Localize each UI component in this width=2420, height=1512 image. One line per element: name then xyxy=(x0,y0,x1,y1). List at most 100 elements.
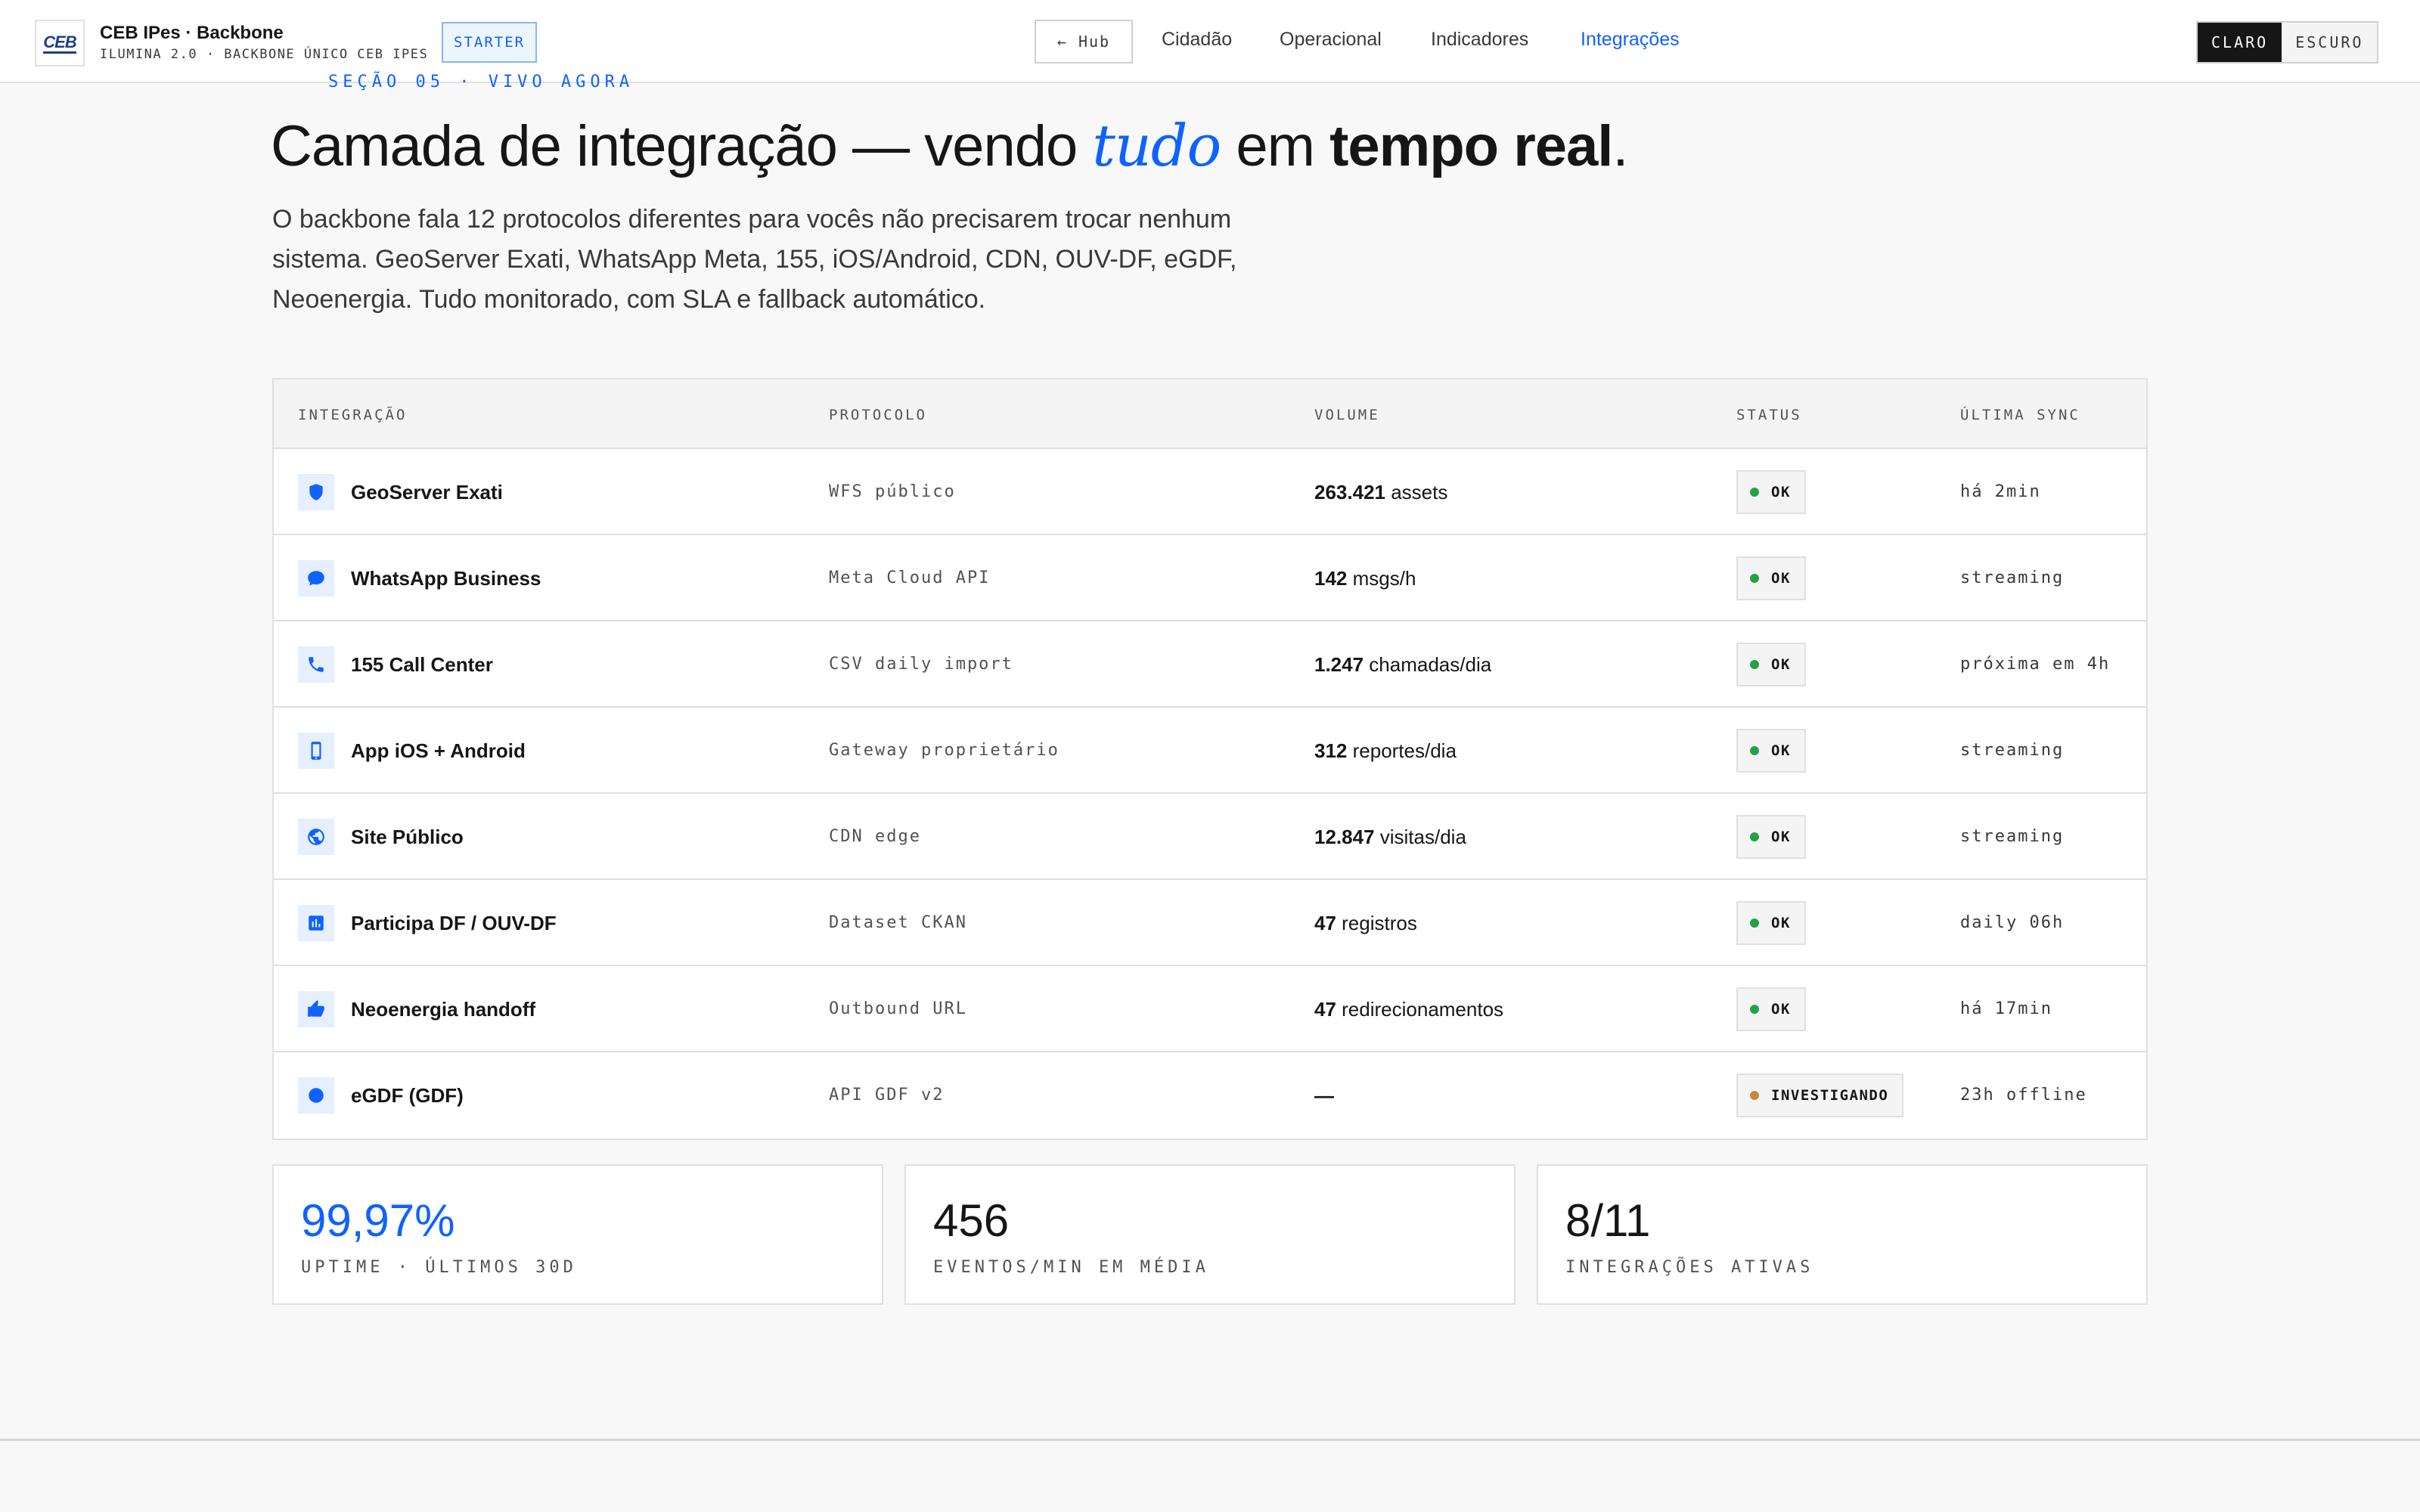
volume-unit: assets xyxy=(1385,481,1448,503)
volume-number: 47 xyxy=(1314,912,1336,934)
logo[interactable]: CEB xyxy=(35,20,85,67)
volume-number: 312 xyxy=(1314,739,1348,762)
table-row[interactable]: App iOS + Android Gateway proprietário 3… xyxy=(274,708,2146,794)
column-header-status: STATUS xyxy=(1736,407,1802,423)
integrations-table: INTEGRAÇÃO PROTOCOLO VOLUME STATUS ÚLTIM… xyxy=(272,378,2148,1140)
integration-volume: 142 msgs/h xyxy=(1314,567,1416,590)
volume-number: 12.847 xyxy=(1314,826,1375,848)
integration-protocol: CSV daily import xyxy=(829,655,1013,674)
nav-indicadores[interactable]: Indicadores xyxy=(1431,29,1528,51)
theme-toggle: CLARO ESCURO xyxy=(2196,21,2379,64)
status-badge: OK xyxy=(1736,643,1806,686)
last-sync: streaming xyxy=(1960,827,2065,846)
column-header-integracao: INTEGRAÇÃO xyxy=(298,407,408,423)
hub-button[interactable]: ← Hub xyxy=(1035,20,1133,64)
stat-card-active-integrations: 8/11 INTEGRAÇÕES ATIVAS xyxy=(1537,1164,2148,1305)
page-description: O backbone fala 12 protocolos diferentes… xyxy=(272,205,1237,314)
last-sync: streaming xyxy=(1960,741,2065,760)
column-header-ultima-sync: ÚLTIMA SYNC xyxy=(1960,407,2080,423)
status-dot-icon xyxy=(1750,746,1759,755)
last-sync: há 17min xyxy=(1960,999,2052,1018)
integration-volume: 47 redirecionamentos xyxy=(1314,998,1503,1021)
volume-number: 142 xyxy=(1314,567,1348,590)
integration-name: eGDF (GDF) xyxy=(351,1084,464,1107)
status-text: OK xyxy=(1771,656,1791,673)
integration-volume: 263.421 assets xyxy=(1314,481,1447,504)
status-text: OK xyxy=(1771,915,1791,931)
table-row[interactable]: Site Público CDN edge 12.847 visitas/dia… xyxy=(274,794,2146,880)
phone-icon xyxy=(298,646,334,683)
stat-card-events: 456 EVENTOS/MIN EM MÉDIA xyxy=(904,1164,1516,1305)
last-sync: streaming xyxy=(1960,569,2065,587)
table-row[interactable]: GeoServer Exati WFS público 263.421 asse… xyxy=(274,449,2146,535)
stat-value: 99,97% xyxy=(301,1195,455,1246)
theme-light-button[interactable]: CLARO xyxy=(2198,23,2282,62)
table-header: INTEGRAÇÃO PROTOCOLO VOLUME STATUS ÚLTIM… xyxy=(274,380,2146,449)
thumbs-up-icon xyxy=(298,991,334,1027)
integration-name: App iOS + Android xyxy=(351,739,526,762)
circle-icon xyxy=(298,1077,334,1114)
integration-volume: 1.247 chamadas/dia xyxy=(1314,653,1491,677)
status-dot-icon xyxy=(1750,488,1759,497)
nav-integracoes[interactable]: Integrações xyxy=(1581,29,1680,51)
last-sync: 23h offline xyxy=(1960,1086,2087,1105)
headline-italic: tudo xyxy=(1092,112,1221,179)
volume-number: — xyxy=(1314,1084,1334,1107)
headline-part2: em xyxy=(1221,114,1330,178)
stat-value: 456 xyxy=(933,1195,1010,1246)
volume-unit: reportes/dia xyxy=(1347,739,1457,762)
integration-protocol: Meta Cloud API xyxy=(829,569,991,587)
status-text: INVESTIGANDO xyxy=(1771,1087,1889,1104)
nav-cidadao[interactable]: Cidadão xyxy=(1162,29,1232,51)
theme-dark-button[interactable]: ESCURO xyxy=(2282,23,2378,62)
table-row[interactable]: 155 Call Center CSV daily import 1.247 c… xyxy=(274,621,2146,708)
status-badge: OK xyxy=(1736,901,1806,945)
integration-name: Neoenergia handoff xyxy=(351,998,536,1021)
last-sync: daily 06h xyxy=(1960,913,2065,932)
stat-value: 8/11 xyxy=(1565,1195,1651,1246)
volume-number: 1.247 xyxy=(1314,653,1364,676)
integration-volume: 12.847 visitas/dia xyxy=(1314,826,1466,849)
integration-name: Site Público xyxy=(351,826,464,848)
footer-divider xyxy=(0,1439,2420,1441)
section-eyebrow: SEÇÃO 05 · VIVO AGORA xyxy=(328,73,634,91)
nav-operacional[interactable]: Operacional xyxy=(1280,29,1382,51)
volume-unit: redirecionamentos xyxy=(1336,998,1504,1021)
shield-icon xyxy=(298,474,334,510)
volume-unit: msgs/h xyxy=(1347,567,1416,590)
status-badge: INVESTIGANDO xyxy=(1736,1074,1904,1117)
volume-unit: registros xyxy=(1336,912,1417,934)
status-dot-icon xyxy=(1750,574,1759,583)
last-sync: próxima em 4h xyxy=(1960,655,2111,674)
table-body: GeoServer Exati WFS público 263.421 asse… xyxy=(274,449,2146,1139)
column-header-volume: VOLUME xyxy=(1314,407,1380,423)
integration-protocol: WFS público xyxy=(829,482,956,501)
integration-volume: 47 registros xyxy=(1314,912,1417,935)
status-dot-icon xyxy=(1750,660,1759,669)
table-row[interactable]: Neoenergia handoff Outbound URL 47 redir… xyxy=(274,966,2146,1052)
globe-icon xyxy=(298,819,334,855)
status-badge: OK xyxy=(1736,729,1806,773)
status-text: OK xyxy=(1771,570,1791,587)
status-badge: OK xyxy=(1736,815,1806,859)
plan-badge: STARTER xyxy=(442,22,538,63)
volume-unit: chamadas/dia xyxy=(1364,653,1492,676)
status-dot-icon xyxy=(1750,1005,1759,1014)
table-row[interactable]: WhatsApp Business Meta Cloud API 142 msg… xyxy=(274,535,2146,621)
volume-number: 47 xyxy=(1314,998,1336,1021)
mobile-icon xyxy=(298,733,334,769)
brand-subtitle: ILUMINA 2.0 · BACKBONE ÚNICO CEB IPES xyxy=(100,47,429,62)
integration-volume: 312 reportes/dia xyxy=(1314,739,1457,763)
integration-name: 155 Call Center xyxy=(351,653,493,676)
status-text: OK xyxy=(1771,1001,1791,1018)
integration-protocol: API GDF v2 xyxy=(829,1086,945,1105)
headline-bold: tempo real xyxy=(1329,114,1613,178)
volume-number: 263.421 xyxy=(1314,481,1385,503)
table-row[interactable]: eGDF (GDF) API GDF v2 — INVESTIGANDO 23h… xyxy=(274,1052,2146,1139)
status-dot-icon xyxy=(1750,919,1759,928)
table-row[interactable]: Participa DF / OUV-DF Dataset CKAN 47 re… xyxy=(274,880,2146,966)
status-text: OK xyxy=(1771,484,1791,500)
last-sync: há 2min xyxy=(1960,482,2041,501)
integration-protocol: Outbound URL xyxy=(829,999,967,1018)
stat-label: INTEGRAÇÕES ATIVAS xyxy=(1565,1258,1814,1277)
